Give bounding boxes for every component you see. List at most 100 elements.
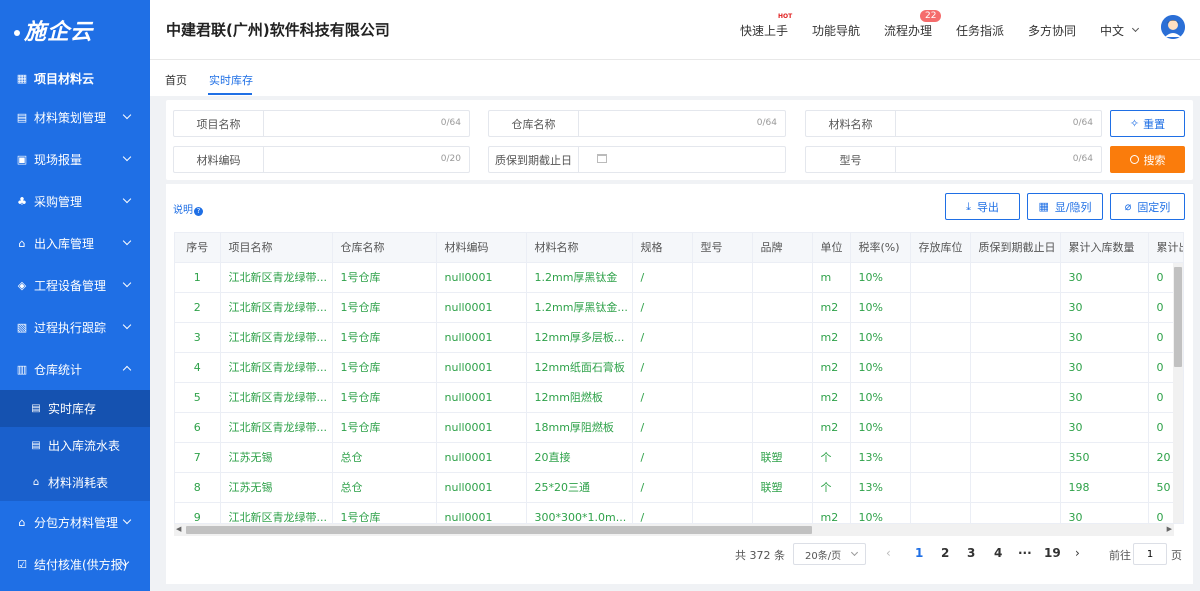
column-header[interactable]: 单位 [812,233,851,263]
table-cell: 10% [850,352,911,383]
table-row[interactable]: 1 江北新区青龙绿带... 1号仓库 null0001 1.2mm厚黑钛金 / m 10% 30… [175,262,1183,293]
sidebar-item-tracking[interactable]: ▧ 过程执行跟踪 [0,306,150,348]
table-cell: 1.2mm厚黑钛金 [526,262,633,293]
vertical-scroll-thumb[interactable] [1174,267,1182,367]
reset-button[interactable]: ✧ 重置 [1110,110,1185,137]
horizontal-scrollbar[interactable]: ◀ ▶ [174,524,1174,536]
page-ellipsis[interactable]: ··· [1018,546,1032,560]
sidebar-item-project-material[interactable]: ▦ 项目材料云 [0,60,150,96]
cube-icon: ◈ [17,278,27,292]
page-3[interactable]: 3 [967,546,975,560]
vertical-scrollbar[interactable] [1173,263,1183,523]
table-row[interactable]: 5 江北新区青龙绿带... 1号仓库 null0001 12mm阻燃板 / m2 10% 30 0 [175,382,1183,413]
column-header[interactable]: 序号 [175,233,221,263]
chevron-down-icon [122,278,132,288]
table-cell: 总仓 [332,442,437,473]
sidebar-item-subcontract[interactable]: ⌂ 分包方材料管理 [0,501,150,543]
nav-quick-start[interactable]: 快速上手 [740,0,788,60]
warehouse-icon: ⌂ [18,236,26,250]
sidebar-item-site-report[interactable]: ▣ 现场报量 [0,138,150,180]
column-header[interactable]: 税率(%) [850,233,911,263]
pin-columns-button[interactable]: ⌀ 固定列 [1110,193,1185,220]
table-cell: 3 [175,322,221,353]
table-row[interactable]: 2 江北新区青龙绿带... 1号仓库 null0001 1.2mm厚黑钛金... / m2 1… [175,292,1183,323]
sidebar-item-purchase[interactable]: ♣ 采购管理 [0,180,150,222]
next-page-icon[interactable]: › [1075,546,1080,560]
material-code-input[interactable] [264,147,469,172]
export-label: 导出 [976,200,999,214]
goto-page-input[interactable] [1133,543,1167,565]
material-name-input[interactable] [896,111,1101,136]
table-cell: / [632,262,693,293]
table-cell: m2 [812,322,851,353]
sidebar-subitem-realtime-stock[interactable]: ▤ 实时库存 [0,390,150,427]
column-header[interactable]: 累计出库 [1148,233,1183,263]
column-header[interactable]: 材料名称 [526,233,633,263]
explain-link[interactable]: 说明? [173,201,203,216]
table-cell: / [632,352,693,383]
table-cell: 13% [850,442,911,473]
column-header[interactable]: 规格 [632,233,693,263]
column-header[interactable]: 品牌 [752,233,813,263]
table-cell [910,502,971,523]
language-select[interactable]: 中文 [1100,0,1140,60]
column-header[interactable]: 项目名称 [220,233,333,263]
char-count: 0/64 [1072,118,1093,128]
table-cell: 12mm阻燃板 [526,382,633,413]
model-input[interactable] [896,147,1101,172]
table-cell [692,352,753,383]
nav-function-guide[interactable]: 功能导航 [812,0,860,60]
table-cell: null0001 [436,292,527,323]
column-header[interactable]: 材料编码 [436,233,527,263]
toggle-columns-button[interactable]: ▦ 显/隐列 [1027,193,1103,220]
table-cell: 6 [175,412,221,443]
sidebar-item-material-plan[interactable]: ▤ 材料策划管理 [0,96,150,138]
header: 中建君联(广州)软件科技有限公司 快速上手 HOT 功能导航 流程办理 22 任… [150,0,1200,60]
column-header[interactable]: 累计入库数量 [1060,233,1149,263]
sidebar-item-settlement[interactable]: ☑ 结付核准(供方报) [0,543,150,585]
nav-task-assign[interactable]: 任务指派 [956,0,1004,60]
scroll-right-icon[interactable]: ▶ [1167,525,1172,533]
project-name-input[interactable] [264,111,469,136]
table-row[interactable]: 8 江苏无锡 总仓 null0001 25*20三通 / 联塑个 13% 198 50 [175,472,1183,503]
logo-dot [14,30,20,36]
sidebar-item-warehouse-stats[interactable]: ▥ 仓库统计 [0,348,150,390]
consume-icon: ⌂ [32,477,40,488]
warehouse-name-input[interactable] [579,111,785,136]
page-size-select[interactable]: 20条/页 [793,543,866,565]
search-button[interactable]: 搜索 [1110,146,1185,173]
column-header[interactable]: 质保到期截止日 [970,233,1061,263]
page-4[interactable]: 4 [994,546,1002,560]
table-row[interactable]: 7 江苏无锡 总仓 null0001 20直接 / 联塑个 13% 350 20 [175,442,1183,473]
sidebar-subitem-consumption[interactable]: ⌂ 材料消耗表 [0,464,150,501]
scroll-left-icon[interactable]: ◀ [176,525,181,533]
export-button[interactable]: ⤓ 导出 [945,193,1020,220]
sidebar-item-inout[interactable]: ⌂ 出入库管理 [0,222,150,264]
table-row[interactable]: 4 江北新区青龙绿带... 1号仓库 null0001 12mm纸面石膏板 / m2 10% 3… [175,352,1183,383]
table-cell: 江北新区青龙绿带... [220,412,333,443]
column-header[interactable]: 存放库位 [910,233,971,263]
page-2[interactable]: 2 [941,546,949,560]
table-cell: 个 [812,472,851,503]
tab-home[interactable]: 首页 [165,72,187,88]
table-cell: / [632,412,693,443]
nav-process[interactable]: 流程办理 [884,0,932,60]
prev-page-icon[interactable]: ‹ [886,546,891,560]
tab-realtime-stock[interactable]: 实时库存 [209,72,253,88]
sidebar-subitem-inout-flow[interactable]: ▤ 出入库流水表 [0,427,150,464]
sidebar-item-equipment[interactable]: ◈ 工程设备管理 [0,264,150,306]
horizontal-scroll-thumb[interactable] [186,526,812,534]
page-19[interactable]: 19 [1044,546,1061,560]
table-row[interactable]: 9 江北新区青龙绿带... 1号仓库 null0001 300*300*1.0m... /… [175,502,1183,523]
avatar[interactable] [1161,15,1185,39]
table-cell [692,412,753,443]
table-row[interactable]: 6 江北新区青龙绿带... 1号仓库 null0001 18mm厚阻燃板 / m2 10% 30… [175,412,1183,443]
column-header[interactable]: 型号 [692,233,753,263]
table-row[interactable]: 3 江北新区青龙绿带... 1号仓库 null0001 12mm厚多层板... / m2 10… [175,322,1183,353]
nav-collaboration[interactable]: 多方协同 [1028,0,1076,60]
page-1[interactable]: 1 [915,546,923,560]
warranty-date-picker[interactable] [579,147,785,172]
language-label: 中文 [1100,23,1125,38]
table-cell: 江北新区青龙绿带... [220,502,333,523]
column-header[interactable]: 仓库名称 [332,233,437,263]
